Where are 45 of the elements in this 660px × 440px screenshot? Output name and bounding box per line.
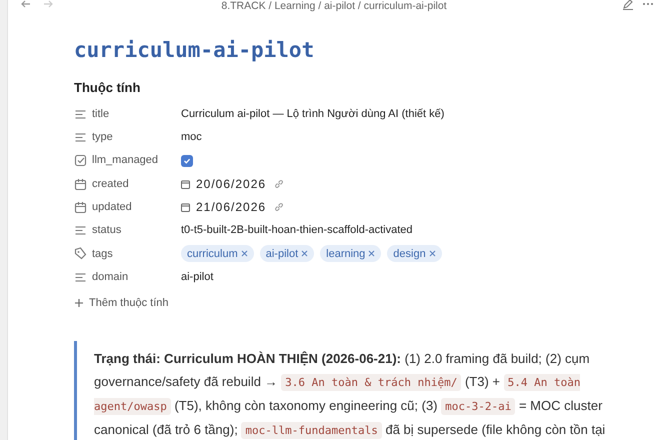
property-value[interactable]: t0-t5-built-2B-built-hoan-thien-scaffold-activated <box>181 222 413 239</box>
property-name: title <box>92 108 110 120</box>
text-lines-icon <box>74 108 87 121</box>
property-value[interactable]: Curriculum ai-pilot — Lộ trình Người dùng AI (thiết kế) <box>181 106 444 122</box>
calendar-icon <box>181 180 190 189</box>
property-name: type <box>92 131 113 144</box>
property-value[interactable]: ai-pilot <box>181 268 214 286</box>
property-name: status <box>92 224 122 236</box>
calendar-icon <box>181 202 190 212</box>
add-property-button[interactable]: Thêm thuộc tính <box>74 294 168 312</box>
plus-icon <box>74 298 84 308</box>
tag-icon <box>74 247 87 260</box>
calendar-icon <box>74 200 87 214</box>
back-icon[interactable] <box>20 0 32 10</box>
checkbox-icon <box>74 154 87 168</box>
calendar-icon <box>74 178 87 191</box>
note-title: curriculum-ai-pilot <box>74 37 314 64</box>
more-icon[interactable] <box>642 2 654 6</box>
checkbox[interactable] <box>181 154 193 167</box>
property-name: tags <box>92 248 113 260</box>
properties-heading: Thuộc tính <box>74 79 140 97</box>
date-value[interactable]: 21/06/2026 <box>196 198 266 216</box>
tag-chip[interactable]: curriculum <box>181 245 254 262</box>
property-name: created <box>92 178 129 190</box>
text-lines-icon <box>74 224 87 238</box>
remove-icon[interactable] <box>301 250 308 258</box>
remove-icon[interactable] <box>240 250 248 258</box>
link-icon[interactable] <box>274 179 284 190</box>
property-name: llm_managed <box>92 154 158 166</box>
property-name: domain <box>92 270 128 283</box>
text-lines-icon <box>74 130 87 144</box>
link-icon[interactable] <box>274 202 284 212</box>
callout-text: Trạng thái: Curriculum HOÀN THIỆN (2026-06-21): (1) 2.0 framing đã build; (2) cụm governance/safety đã rebuild → 3.6 An toàn & trách nhiệm/ (T3) + 5.4 An toàn agent/owasp (T5), không còn taxonomy engineering cũ; (3) moc-3-2-ai = MOC cluster canonical (đã trỏ 6 tầng); moc-llm-fundamentals đã bị supersede (file không còn tồn tại <box>94 350 606 440</box>
tag-chip[interactable]: ai-pilot <box>260 245 314 262</box>
property-name: updated <box>92 201 132 214</box>
remove-icon[interactable] <box>368 250 376 258</box>
remove-icon[interactable] <box>428 250 436 258</box>
text-lines-icon <box>74 270 87 284</box>
breadcrumb: 8.TRACK / Learning / ai-pilot / curriculum-ai-pilot <box>221 0 447 12</box>
date-value[interactable]: 20/06/2026 <box>196 175 266 194</box>
property-value[interactable]: moc <box>181 129 202 146</box>
edit-icon[interactable] <box>622 0 634 10</box>
tag-chip[interactable]: design <box>387 245 442 262</box>
check-icon <box>183 156 191 165</box>
tag-chip[interactable]: learning <box>320 245 382 262</box>
